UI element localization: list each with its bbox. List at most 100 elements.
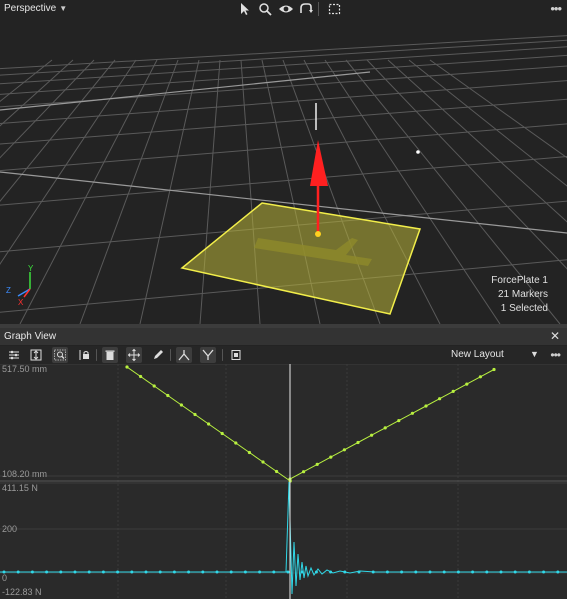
- force-key: [201, 570, 205, 574]
- force-key: [258, 570, 262, 574]
- forceplate-name-label: ForcePlate 1: [491, 275, 548, 286]
- close-icon[interactable]: ✕: [550, 329, 560, 343]
- fit-vertical-icon[interactable]: [28, 347, 44, 363]
- position-key: [315, 462, 319, 466]
- position-key: [125, 365, 129, 369]
- marker-position-keys: [125, 365, 496, 483]
- force-key: [456, 570, 460, 574]
- camera-icon[interactable]: [298, 1, 314, 17]
- zoom-icon[interactable]: [257, 1, 273, 17]
- grid-line: [0, 59, 95, 159]
- layout-selector[interactable]: New Layout: [451, 349, 504, 360]
- position-key: [166, 393, 170, 398]
- force-key: [229, 570, 233, 574]
- force-key: [414, 570, 418, 574]
- grid-line: [199, 59, 221, 324]
- clip-icon[interactable]: [228, 347, 244, 363]
- force-key: [116, 570, 120, 574]
- grid-line: [0, 39, 567, 76]
- selection-count-label: 1 Selected: [500, 303, 548, 314]
- force-key: [87, 570, 91, 574]
- grid-line: [0, 59, 74, 127]
- position-key: [139, 374, 143, 379]
- force-key: [314, 570, 318, 574]
- top-plot-max-label: 517.50 mm: [2, 364, 48, 374]
- force-key: [527, 570, 531, 574]
- grid-line: [0, 59, 137, 265]
- position-key: [329, 455, 333, 459]
- delete-icon[interactable]: [102, 347, 118, 363]
- axis-x-label: X: [18, 298, 24, 307]
- move-icon[interactable]: [126, 347, 142, 363]
- view-mode-dropdown[interactable]: Perspective ▼: [4, 3, 67, 14]
- position-key: [370, 433, 374, 437]
- force-key: [385, 570, 389, 574]
- force-key: [16, 570, 20, 574]
- position-key: [207, 422, 211, 426]
- marker-point: [416, 150, 420, 154]
- force-key: [499, 570, 503, 574]
- zoom-box-icon[interactable]: [52, 347, 68, 363]
- perspective-viewport[interactable]: Y Z X Perspective ▼ ••• ForcePlate 1 21 M…: [0, 0, 567, 324]
- toolbar-divider: [96, 349, 97, 361]
- viewport-more-icon[interactable]: •••: [550, 1, 562, 16]
- graph-view-panel: Graph View ✕ New Layout ▼ ••• 517.50 mm …: [0, 328, 567, 599]
- position-key: [179, 403, 183, 407]
- split-icon[interactable]: [200, 347, 216, 363]
- grid-line: [0, 98, 567, 145]
- force-key: [343, 570, 347, 574]
- force-key: [144, 570, 148, 574]
- select-icon[interactable]: [237, 1, 253, 17]
- force-key: [428, 570, 432, 574]
- chevron-down-icon[interactable]: ▼: [530, 349, 539, 359]
- force-key: [542, 570, 546, 574]
- position-key: [220, 431, 224, 436]
- position-key: [275, 469, 279, 474]
- scene-canvas[interactable]: Y Z X: [0, 0, 567, 324]
- force-key: [59, 570, 63, 574]
- position-key: [152, 384, 156, 388]
- toolbar-divider: [222, 349, 223, 361]
- position-key: [451, 389, 455, 393]
- position-key: [193, 412, 197, 417]
- settings-sliders-icon[interactable]: [6, 347, 22, 363]
- position-key: [261, 460, 265, 464]
- marquee-select-icon[interactable]: [327, 1, 343, 17]
- force-key: [45, 570, 49, 574]
- lock-icon[interactable]: [76, 347, 92, 363]
- bottom-plot-mid-label: 200: [2, 524, 18, 534]
- force-key: [187, 570, 191, 574]
- toolbar-divider: [170, 349, 171, 361]
- position-key: [424, 404, 428, 408]
- axis-z-label: Z: [6, 286, 11, 295]
- graph-plot-canvas[interactable]: [0, 364, 567, 599]
- position-key: [302, 470, 306, 474]
- position-key: [342, 448, 346, 452]
- forceplate[interactable]: [180, 202, 422, 315]
- graph-plot-area[interactable]: 517.50 mm 108.20 mm 411.15 N 200 0 -122.…: [0, 364, 567, 599]
- force-key: [329, 570, 333, 574]
- force-key: [158, 570, 162, 574]
- position-key: [383, 426, 387, 430]
- force-curve: [0, 481, 567, 595]
- top-plot-min-label: 108.20 mm: [2, 469, 48, 479]
- force-key: [272, 570, 276, 574]
- force-key: [101, 570, 105, 574]
- graph-more-icon[interactable]: •••: [550, 348, 561, 362]
- force-key: [442, 570, 446, 574]
- force-key: [172, 570, 176, 574]
- view-mode-label: Perspective: [4, 3, 57, 14]
- toolbar-divider: [318, 2, 319, 16]
- force-key: [286, 570, 290, 574]
- marker-position-curve: [126, 366, 495, 483]
- force-key: [556, 570, 560, 574]
- position-key: [438, 397, 442, 401]
- pencil-icon[interactable]: [150, 347, 166, 363]
- eye-icon[interactable]: [278, 1, 294, 17]
- bottom-plot-zero-label: 0: [2, 573, 8, 583]
- merge-icon[interactable]: [176, 347, 192, 363]
- axis-y-label: Y: [28, 264, 34, 273]
- viewport-toolbar: Perspective ▼ •••: [0, 0, 567, 18]
- force-key: [485, 570, 489, 574]
- position-key: [492, 367, 496, 372]
